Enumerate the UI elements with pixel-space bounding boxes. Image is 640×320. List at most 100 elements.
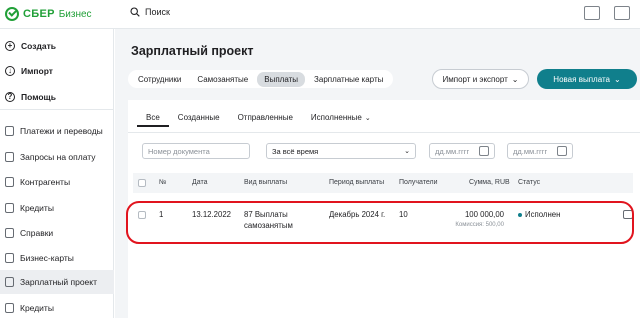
filter-tab-sent[interactable]: Отправленные (229, 113, 302, 127)
chevron-down-icon: ⌄ (364, 115, 371, 122)
document-number-input[interactable]: Номер документа (142, 143, 250, 159)
sidebar-item-label: Кредиты (20, 203, 54, 213)
section-tabs: Сотрудники Самозанятые Выплаты Зарплатны… (128, 70, 394, 88)
sidebar-divider (0, 109, 114, 110)
column-date: Дата (192, 179, 208, 186)
date-from-placeholder: дд.мм.гггг (435, 146, 470, 156)
print-icon[interactable] (623, 210, 633, 219)
brand-product: Бизнес (58, 8, 92, 20)
row-period: Декабрь 2024 г. (329, 210, 386, 219)
row-status: Исполнен (525, 210, 561, 219)
mail-icon[interactable] (614, 6, 630, 20)
credits-icon (5, 203, 14, 213)
salary-project-icon (5, 277, 14, 287)
tab-self-employed[interactable]: Самозанятые (190, 72, 255, 87)
search-field[interactable]: Поиск (130, 7, 170, 17)
sidebar-item-credits[interactable]: Кредиты (0, 196, 114, 220)
column-number: № (159, 179, 167, 186)
table-header: № Дата Вид выплаты Период выплаты Получа… (133, 173, 633, 193)
status-badge: Исполнен (518, 210, 560, 219)
payments-icon (5, 126, 14, 136)
help-icon: ? (5, 92, 15, 102)
sber-logo-icon (5, 7, 19, 21)
import-export-button[interactable]: Импорт и экспорт ⌄ (432, 69, 529, 89)
row-commission: Комиссия: 500,00 (455, 222, 504, 228)
select-all-checkbox[interactable] (138, 179, 146, 187)
row-date: 13.12.2022 (192, 210, 232, 219)
search-label: Поиск (145, 7, 170, 17)
calendar-icon[interactable] (557, 146, 567, 156)
certificates-icon (5, 228, 14, 238)
sidebar-action-label: Импорт (21, 66, 53, 76)
column-recipients: Получатели (399, 179, 438, 186)
sidebar-item-payments[interactable]: Платежи и переводы (0, 119, 114, 143)
period-select-value: За всё время (272, 146, 319, 156)
column-payment-type: Вид выплаты (244, 179, 288, 186)
calendar-icon[interactable] (479, 146, 489, 156)
date-to-placeholder: дд.мм.гггг (513, 146, 548, 156)
chevron-down-icon: ⌄ (404, 148, 410, 155)
sidebar-item-credits-2[interactable]: Кредиты (0, 296, 114, 320)
sidebar: + Создать ↓ Импорт ? Помощь Платежи и пе… (0, 29, 114, 318)
requests-icon (5, 152, 14, 162)
sber-business-logo[interactable]: СБЕР Бизнес (5, 6, 92, 22)
sidebar-item-business-cards[interactable]: Бизнес-карты (0, 246, 114, 270)
status-dot-icon (518, 212, 522, 217)
main-content: Зарплатный проект Сотрудники Самозанятые… (115, 29, 640, 318)
chevron-down-icon: ⌄ (511, 74, 519, 84)
chevron-down-icon: ⌄ (613, 74, 621, 84)
top-bar: СБЕР Бизнес Поиск (0, 0, 640, 29)
counterparties-icon (5, 177, 14, 187)
brand-name: СБЕР (23, 8, 55, 20)
sidebar-action-help[interactable]: ? Помощь (0, 85, 114, 109)
plus-icon: + (5, 41, 15, 51)
tab-employees[interactable]: Сотрудники (131, 72, 188, 87)
filter-tab-all[interactable]: Все (137, 113, 169, 127)
sidebar-item-counterparties[interactable]: Контрагенты (0, 170, 114, 194)
payments-card: Все Созданные Отправленные Исполненные ⌄ … (128, 100, 640, 318)
column-amount: Сумма, RUB (469, 179, 510, 186)
sidebar-item-salary-project[interactable]: Зарплатный проект (0, 270, 114, 294)
date-to-input[interactable]: дд.мм.гггг (507, 143, 573, 159)
tab-salary-cards[interactable]: Зарплатные карты (307, 72, 390, 87)
new-payment-label: Новая выплата (553, 74, 610, 84)
sidebar-action-label: Создать (21, 41, 56, 51)
sidebar-action-import[interactable]: ↓ Импорт (0, 59, 114, 83)
tab-payments[interactable]: Выплаты (257, 71, 306, 87)
card-icon (5, 253, 14, 263)
row-type-line1: 87 Выплаты (244, 210, 288, 219)
sidebar-item-label: Зарплатный проект (20, 277, 97, 287)
sidebar-item-label: Платежи и переводы (20, 126, 103, 136)
new-payment-button[interactable]: Новая выплата ⌄ (537, 69, 637, 89)
row-checkbox[interactable] (138, 211, 146, 219)
messages-icon[interactable] (584, 6, 600, 20)
row-number: 1 (159, 210, 164, 219)
sidebar-item-label: Бизнес-карты (20, 253, 74, 263)
row-recipients: 10 (399, 210, 408, 219)
row-type-line2: самозанятым (244, 221, 293, 230)
filter-tab-created[interactable]: Созданные (169, 113, 229, 127)
date-from-input[interactable]: дд.мм.гггг (429, 143, 495, 159)
row-amount: 100 000,00 (464, 210, 504, 219)
sidebar-item-label: Контрагенты (20, 177, 71, 187)
sidebar-item-certificates[interactable]: Справки (0, 221, 114, 245)
sidebar-action-create[interactable]: + Создать (0, 34, 114, 58)
column-status: Статус (518, 179, 541, 186)
sidebar-item-label: Справки (20, 228, 54, 238)
filter-tab-executed-label: Исполненные (310, 113, 362, 122)
period-select[interactable]: За всё время ⌄ (266, 143, 416, 159)
filter-tab-executed[interactable]: Исполненные ⌄ (302, 113, 380, 127)
credits-icon (5, 303, 14, 313)
status-filter-tabs: Все Созданные Отправленные Исполненные ⌄ (137, 113, 380, 127)
import-export-label: Импорт и экспорт (442, 74, 508, 84)
tabs-divider (128, 132, 640, 133)
sidebar-item-label: Запросы на оплату (20, 152, 96, 162)
document-number-placeholder: Номер документа (148, 146, 210, 156)
sidebar-action-label: Помощь (21, 92, 56, 102)
import-icon: ↓ (5, 66, 15, 76)
sidebar-item-payment-requests[interactable]: Запросы на оплату (0, 145, 114, 169)
table-row[interactable]: 1 13.12.2022 87 Выплаты самозанятым Дека… (133, 203, 633, 243)
search-icon (130, 7, 140, 17)
column-payment-period: Период выплаты (329, 179, 385, 186)
page-title: Зарплатный проект (131, 44, 254, 58)
